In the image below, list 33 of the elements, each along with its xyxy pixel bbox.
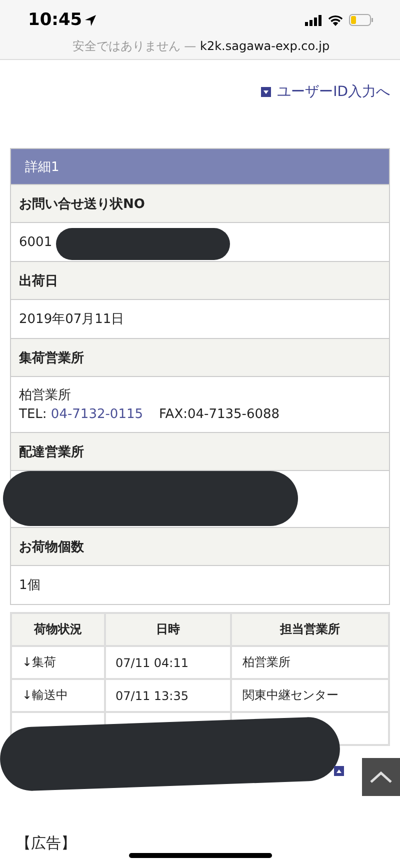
signal-icon <box>305 14 322 26</box>
column-header: 担当営業所 <box>231 613 389 646</box>
field-label: お問い合せ送り状NO <box>11 185 389 223</box>
fax-number: FAX:04-7135-6088 <box>159 406 280 422</box>
table-cell: 関東中継センター <box>231 679 389 712</box>
chevron-up-icon <box>370 771 392 783</box>
field-label: 配達営業所 <box>11 433 389 471</box>
battery-icon <box>349 14 374 26</box>
table-cell: ↓集荷 <box>11 646 104 679</box>
ad-label: 【広告】 <box>15 833 77 853</box>
back-to-top-button[interactable] <box>362 758 400 796</box>
field-value: 1個 <box>19 577 42 594</box>
column-header: 荷物状況 <box>11 613 104 646</box>
field-value: 2019年07月11日 <box>19 311 126 328</box>
location-arrow-icon <box>85 14 96 26</box>
user-id-link[interactable]: ユーザーID入力へ <box>261 78 390 106</box>
table-cell: 07/11 13:35 <box>104 679 232 712</box>
office-name: 柏営業所 <box>19 386 72 404</box>
security-warning: 安全ではありません — <box>72 39 198 53</box>
field-label: お荷物個数 <box>11 528 389 566</box>
table-cell: 07/11 04:11 <box>104 646 232 679</box>
phone-link[interactable]: 04-7132-0115 <box>50 406 144 422</box>
clock-time: 10:45 <box>28 10 82 30</box>
section-header: 詳細1 <box>11 149 389 185</box>
table-cell: ↓輸送中 <box>11 679 104 712</box>
field-label: 出荷日 <box>11 262 389 300</box>
tel-label: TEL: <box>19 406 48 422</box>
wifi-icon <box>328 14 343 26</box>
field-label: 集荷営業所 <box>11 339 389 377</box>
column-header: 日時 <box>104 613 232 646</box>
field-value: 6001 <box>19 234 54 250</box>
table-cell: 柏営業所 <box>231 646 389 679</box>
url-domain: k2k.sagawa-exp.co.jp <box>200 39 330 53</box>
